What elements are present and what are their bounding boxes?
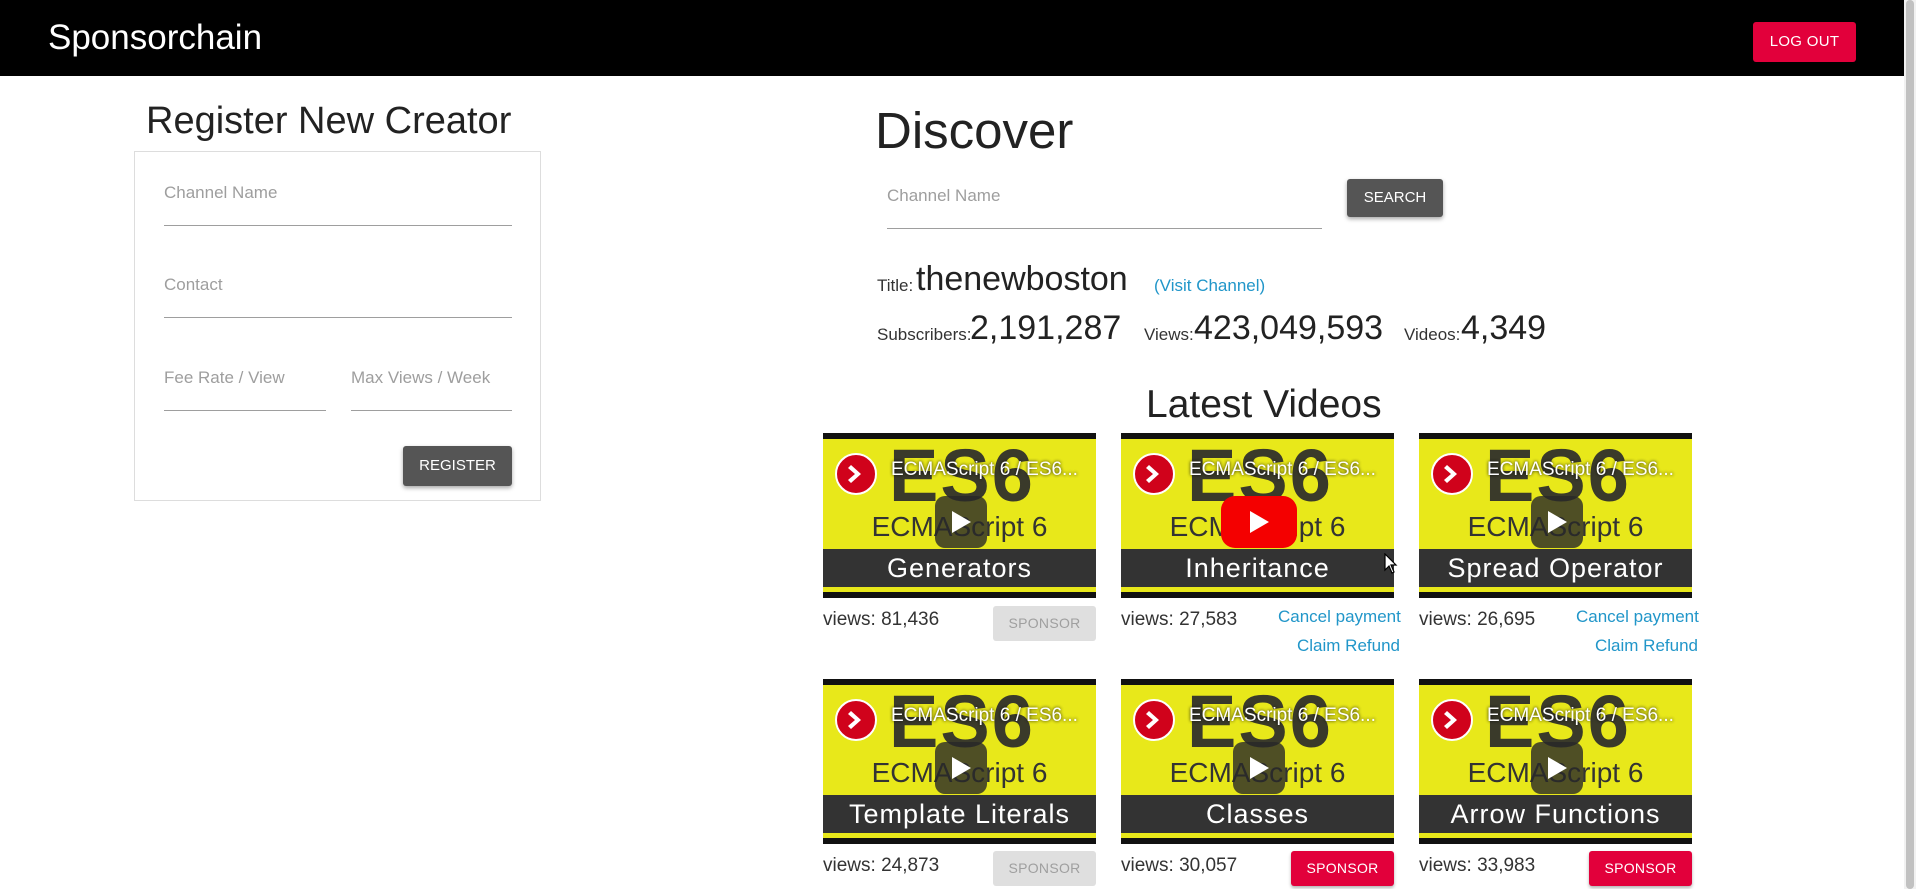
fee-rate-field[interactable] [164,368,326,411]
video-views: views: 81,436 [823,609,940,630]
subscribers-count: 2,191,287 [970,309,1122,347]
video-views: views: 30,057 [1121,855,1238,876]
videos-count: 4,349 [1461,309,1547,347]
claim-refund-link[interactable]: Claim Refund [1595,636,1698,656]
video-thumbnail-classes[interactable]: ES6 ECMAScript 6 Classes ECMAScript 6 / … [1121,679,1394,844]
discover-search-input[interactable] [887,186,1322,206]
thumb-topic: Spread Operator [1419,549,1692,587]
cancel-payment-link[interactable]: Cancel payment [1576,607,1699,627]
title-label: Title: [877,276,914,295]
views-label: Views: [1144,325,1194,344]
video-views: views: 27,583 [1121,609,1238,630]
sponsor-button[interactable]: SPONSOR [993,851,1096,886]
sponsor-button[interactable]: SPONSOR [1291,851,1394,886]
register-card: REGISTER [134,151,541,501]
sponsor-button[interactable]: SPONSOR [993,606,1096,641]
search-button[interactable]: SEARCH [1347,179,1443,217]
thumb-topic: Template Literals [823,795,1096,833]
register-title: Register New Creator [146,100,512,142]
video-title: ECMAScript 6 / ES6... [891,705,1078,726]
thumb-topic: Generators [823,549,1096,587]
brand-logo-text[interactable]: Sponsorchain [48,18,262,58]
video-title: ECMAScript 6 / ES6... [1189,459,1376,480]
video-views: views: 24,873 [823,855,940,876]
fee-rate-input[interactable] [164,368,326,388]
register-button[interactable]: REGISTER [403,446,512,486]
video-title: ECMAScript 6 / ES6... [1487,459,1674,480]
contact-field[interactable] [164,275,512,318]
channel-logo-icon [1431,699,1473,741]
thumb-topic: Classes [1121,795,1394,833]
channel-logo-icon [835,699,877,741]
play-icon[interactable] [1233,742,1285,794]
mouse-cursor-icon [1384,552,1398,580]
channel-name-field[interactable] [164,183,512,226]
cancel-payment-link[interactable]: Cancel payment [1278,607,1401,627]
video-title: ECMAScript 6 / ES6... [891,459,1078,480]
claim-refund-link[interactable]: Claim Refund [1297,636,1400,656]
video-views: views: 33,983 [1419,855,1536,876]
views-count: 423,049,593 [1194,309,1384,347]
subscribers-label: Subscribers: [877,325,972,344]
play-icon[interactable] [1531,496,1583,548]
page-scrollbar-thumb[interactable] [1906,0,1914,889]
max-views-input[interactable] [351,368,512,388]
channel-logo-icon [1133,453,1175,495]
logout-button[interactable]: LOG OUT [1753,22,1856,62]
video-title: ECMAScript 6 / ES6... [1189,705,1376,726]
video-thumbnail-spread-operator[interactable]: ES6 ECMAScript 6 Spread Operator ECMAScr… [1419,433,1692,598]
channel-logo-icon [1133,699,1175,741]
discover-title: Discover [875,102,1074,159]
play-icon[interactable] [1531,742,1583,794]
thumb-topic: Inheritance [1121,549,1394,587]
play-icon[interactable] [935,496,987,548]
video-thumbnail-inheritance[interactable]: ES6 ECMAScript 6 Inheritance ECMAScript … [1121,433,1394,598]
thumb-topic: Arrow Functions [1419,795,1692,833]
play-icon[interactable] [935,742,987,794]
visit-channel-link[interactable]: (Visit Channel) [1154,276,1265,296]
video-thumbnail-arrow-functions[interactable]: ES6 ECMAScript 6 Arrow Functions ECMAScr… [1419,679,1692,844]
channel-name-input[interactable] [164,183,512,203]
play-icon[interactable] [1221,496,1297,548]
top-navbar: Sponsorchain LOG OUT [0,0,1904,76]
contact-input[interactable] [164,275,512,295]
channel-logo-icon [835,453,877,495]
video-thumbnail-generators[interactable]: ES6 ECMAScript 6 Generators ECMAScript 6… [823,433,1096,598]
videos-label: Videos: [1404,325,1461,344]
channel-title: thenewboston [916,260,1128,298]
video-title: ECMAScript 6 / ES6... [1487,705,1674,726]
video-views: views: 26,695 [1419,609,1536,630]
discover-search-field[interactable] [887,186,1322,229]
sponsor-button[interactable]: SPONSOR [1589,851,1692,886]
latest-videos-title: Latest Videos [1146,383,1382,426]
channel-logo-icon [1431,453,1473,495]
video-thumbnail-template-literals[interactable]: ES6 ECMAScript 6 Template Literals ECMAS… [823,679,1096,844]
max-views-field[interactable] [351,368,512,411]
